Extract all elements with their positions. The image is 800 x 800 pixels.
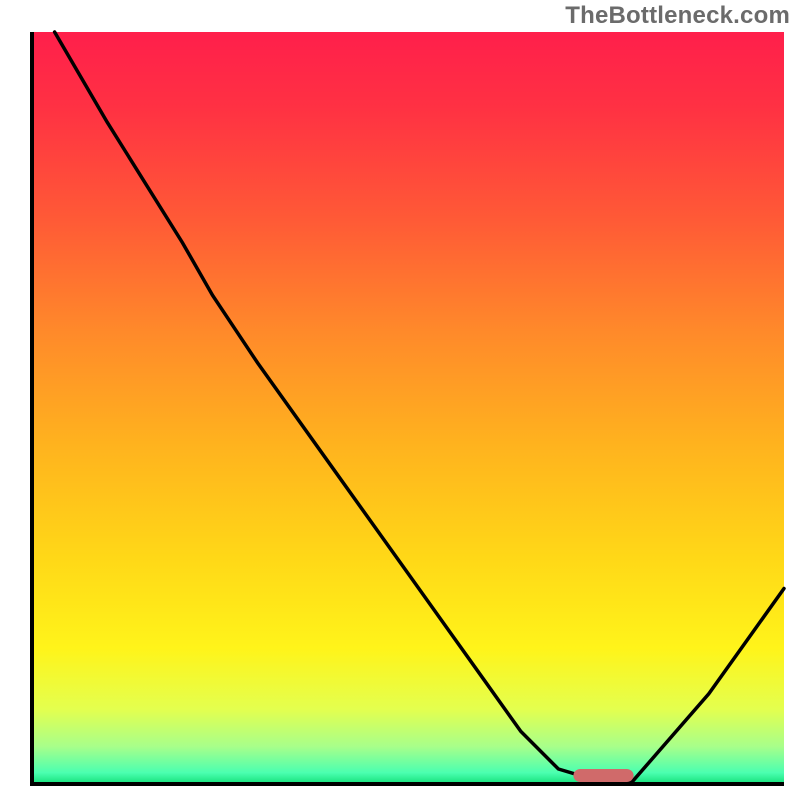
bottleneck-chart — [0, 0, 800, 800]
watermark-text: TheBottleneck.com — [565, 2, 790, 30]
minimum-marker — [573, 769, 633, 782]
heat-field — [32, 32, 784, 784]
